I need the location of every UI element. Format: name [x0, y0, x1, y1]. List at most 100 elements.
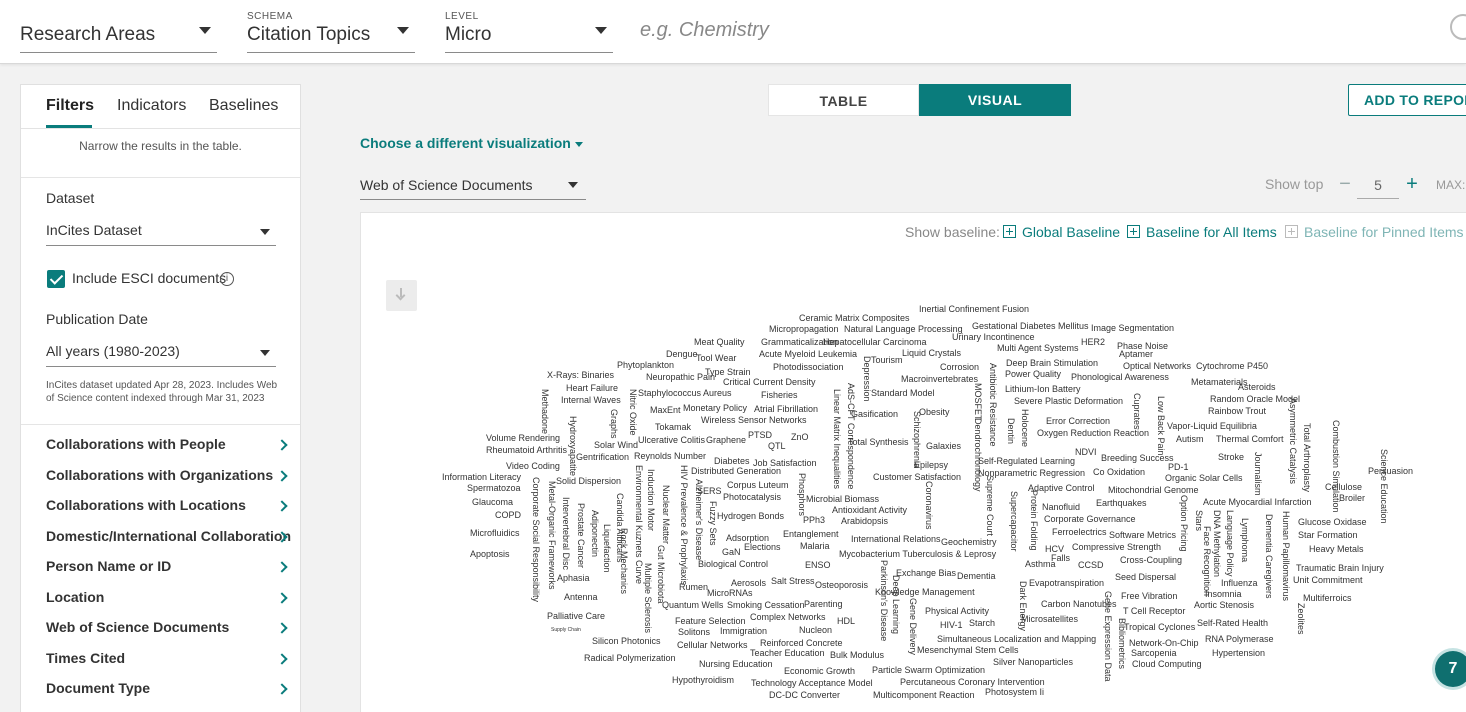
word-cloud-term[interactable]: International Relations [851, 535, 941, 544]
table-view-toggle[interactable]: TABLE [768, 84, 919, 116]
word-cloud-term[interactable]: Hypothyroidism [672, 676, 734, 685]
word-cloud-term[interactable]: Journalism [1253, 452, 1263, 496]
word-cloud-term[interactable]: Aptamer [1119, 350, 1153, 359]
word-cloud-term[interactable]: Nucleon [799, 626, 832, 635]
word-cloud-term[interactable]: QTL [768, 442, 786, 451]
word-cloud-term[interactable]: Face Recognition [1202, 526, 1212, 596]
word-cloud-term[interactable]: Solitons [678, 628, 710, 637]
decrement-button[interactable]: − [1334, 171, 1356, 199]
word-cloud-term[interactable]: Meat Quality [694, 338, 745, 347]
word-cloud-term[interactable]: Salt Stress [771, 577, 815, 586]
word-cloud-term[interactable]: Mitochondrial Genome [1108, 486, 1199, 495]
word-cloud-term[interactable]: Gut Microbiota [656, 545, 666, 604]
word-cloud-term[interactable]: Corporate Social Responsibility [531, 477, 541, 602]
word-cloud-term[interactable]: Organic Solar Cells [1165, 474, 1243, 483]
filter-collaborations-with-locations[interactable]: Collaborations with Locations [46, 497, 294, 519]
word-cloud-term[interactable]: Staphylococcus Aureus [638, 389, 732, 398]
word-cloud-term[interactable]: Tourism [871, 356, 903, 365]
word-cloud-term[interactable]: Hypertension [1212, 649, 1265, 658]
word-cloud-term[interactable]: Phonological Awareness [1071, 373, 1169, 382]
word-cloud-term[interactable]: Unit Commitment [1293, 576, 1363, 585]
word-cloud-term[interactable]: Sarcopenia [1131, 649, 1177, 658]
word-cloud-term[interactable]: Information Literacy [442, 473, 521, 482]
word-cloud-term[interactable]: Linear Matrix Inequalities [832, 389, 842, 489]
word-cloud-term[interactable]: Osteoporosis [815, 581, 868, 590]
word-cloud-term[interactable]: Zeolites [1296, 603, 1306, 635]
word-cloud-term[interactable]: Internal Waves [561, 396, 621, 405]
word-cloud-term[interactable]: Atrial Fibrillation [754, 405, 818, 414]
word-cloud-term[interactable]: Environmental Kuznets Curve [634, 465, 644, 584]
word-cloud-term[interactable]: Supercapacitor [1009, 491, 1019, 552]
word-cloud-term[interactable]: Gestational Diabetes Mellitus [972, 322, 1089, 331]
word-cloud-term[interactable]: Photocatalysis [723, 493, 781, 502]
word-cloud-term[interactable]: Co Oxidation [1093, 468, 1145, 477]
word-cloud-term[interactable]: Holocene [1020, 409, 1030, 447]
word-cloud-term[interactable]: Nanofluid [1042, 503, 1080, 512]
word-cloud-term[interactable]: CCSD [1078, 561, 1104, 570]
word-cloud-term[interactable]: Error Correction [1046, 417, 1110, 426]
word-cloud-term[interactable]: Rock Mechanics [619, 528, 629, 594]
word-cloud-term[interactable]: Asteroids [1238, 383, 1276, 392]
word-cloud-term[interactable]: Microfluidics [470, 529, 520, 538]
word-cloud-term[interactable]: Macroinvertebrates [901, 375, 978, 384]
info-icon[interactable]: i [220, 272, 234, 286]
metric-select[interactable]: Web of Science Documents [360, 170, 586, 200]
word-cloud-term[interactable]: Teacher Education [750, 649, 825, 658]
word-cloud-term[interactable]: MOSFET [973, 383, 983, 421]
word-cloud-term[interactable]: Hydrogen Bonds [717, 512, 784, 521]
word-cloud-term[interactable]: Deep Brain Stimulation [1006, 359, 1098, 368]
word-cloud-term[interactable]: Self-Regulated Learning [978, 457, 1075, 466]
word-cloud-term[interactable]: Network-On-Chip [1129, 639, 1199, 648]
word-cloud-term[interactable]: Acute Myeloid Leukemia [759, 350, 857, 359]
word-cloud-term[interactable]: Galaxies [926, 442, 961, 451]
research-areas-select[interactable]: Research Areas [20, 0, 217, 53]
word-cloud-term[interactable]: DC-DC Converter [769, 691, 840, 700]
word-cloud-term[interactable]: Aphasia [557, 574, 590, 583]
word-cloud-term[interactable]: Type Strain [705, 368, 751, 377]
word-cloud-term[interactable]: Gene Delivery [908, 598, 918, 655]
word-cloud-term[interactable]: Hydroxyapatite [568, 416, 578, 476]
word-cloud-term[interactable]: Fisheries [761, 391, 798, 400]
word-cloud-term[interactable]: Rheumatoid Arthritis [486, 446, 567, 455]
word-cloud-term[interactable]: Antioxidant Activity [832, 506, 907, 515]
word-cloud-term[interactable]: NDVI [1075, 448, 1097, 457]
word-cloud-term[interactable]: Exchange Bias [896, 569, 956, 578]
word-cloud-term[interactable]: Feature Selection [675, 617, 746, 626]
word-cloud-term[interactable]: Human Papillomavirus [1281, 511, 1291, 601]
word-cloud-term[interactable]: Microsatellites [1021, 615, 1078, 624]
word-cloud-term[interactable]: Self-Rated Health [1197, 619, 1268, 628]
word-cloud-term[interactable]: Dark Energy [1018, 581, 1028, 631]
word-cloud-term[interactable]: Graphs [609, 409, 619, 439]
word-cloud-term[interactable]: Severe Plastic Deformation [1014, 397, 1123, 406]
word-cloud-term[interactable]: Photosystem Ii [985, 688, 1044, 697]
word-cloud-term[interactable]: Compressive Strength [1072, 543, 1161, 552]
word-cloud-term[interactable]: Random Oracle Model [1210, 395, 1300, 404]
word-cloud-term[interactable]: Fuzzy Sets [708, 501, 718, 546]
word-cloud-term[interactable]: Combustion Simulation [1331, 420, 1341, 513]
word-cloud-term[interactable]: Parkinson's Disease [879, 560, 889, 641]
filter-web-of-science-documents[interactable]: Web of Science Documents [46, 619, 294, 641]
word-cloud-term[interactable]: Optical Networks [1123, 362, 1191, 371]
word-cloud-term[interactable]: Asymmetric Catalysis [1288, 398, 1298, 484]
show-top-value[interactable]: 5 [1357, 171, 1399, 199]
word-cloud-term[interactable]: Heavy Metals [1309, 545, 1364, 554]
word-cloud-term[interactable]: Particle Swarm Optimization [872, 666, 985, 675]
word-cloud-term[interactable]: Antibiotic Resistance [988, 363, 998, 447]
word-cloud-term[interactable]: Asthma [1025, 560, 1056, 569]
word-cloud-term[interactable]: Adiponectin [590, 510, 600, 557]
filter-person-name-or-id[interactable]: Person Name or ID [46, 558, 294, 580]
word-cloud-term[interactable]: Solid Dispersion [556, 477, 621, 486]
word-cloud-term[interactable]: Parenting [804, 600, 843, 609]
word-cloud-term[interactable]: PTSD [748, 431, 772, 440]
word-cloud-term[interactable]: Lithium-Ion Battery [1005, 385, 1081, 394]
word-cloud-term[interactable]: Induction Motor [646, 469, 656, 531]
word-cloud-term[interactable]: Evapotranspiration [1029, 579, 1104, 588]
word-cloud-term[interactable]: Starch [969, 619, 995, 628]
word-cloud-term[interactable]: COPD [495, 511, 521, 520]
word-cloud-term[interactable]: Obesity [919, 408, 950, 417]
word-cloud-term[interactable]: Option Pricing [1179, 495, 1189, 552]
word-cloud-term[interactable]: Heart Failure [566, 384, 618, 393]
word-cloud-term[interactable]: Multicomponent Reaction [873, 691, 975, 700]
word-cloud-term[interactable]: Radical Polymerization [584, 654, 676, 663]
word-cloud-term[interactable]: Technology Acceptance Model [751, 679, 873, 688]
